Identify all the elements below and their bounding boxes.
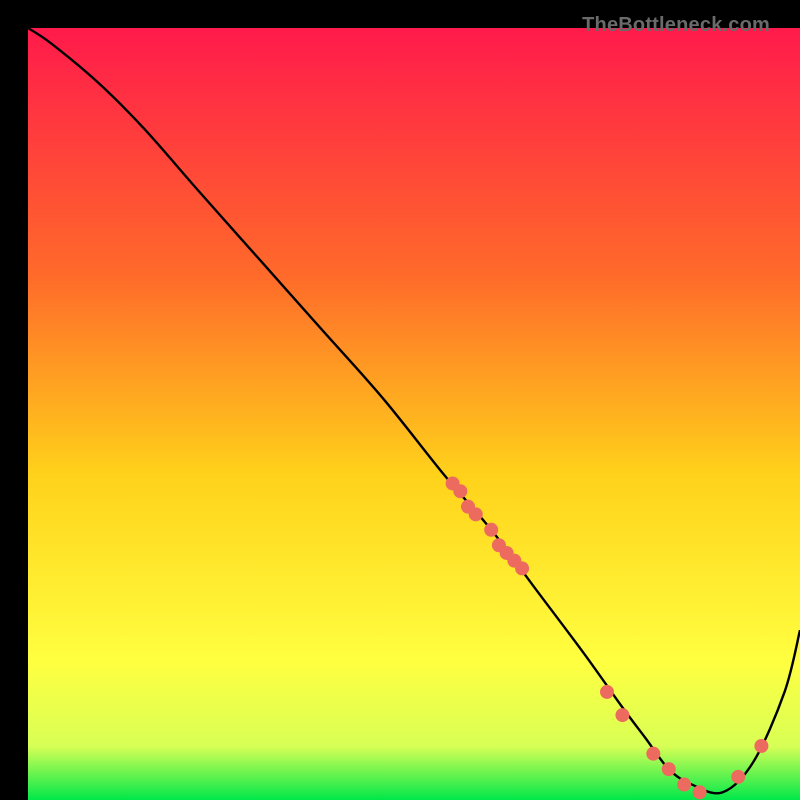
highlight-point [453,484,467,498]
highlight-point [646,747,660,761]
gradient-background [28,28,800,800]
chart-frame: TheBottleneck.com [14,14,786,786]
highlight-point [754,739,768,753]
highlight-point [469,507,483,521]
highlight-point [731,770,745,784]
plot-area [28,28,800,800]
highlight-point [600,685,614,699]
highlight-point [515,561,529,575]
highlight-point [615,708,629,722]
highlight-point [662,762,676,776]
watermark-text: TheBottleneck.com [582,14,770,37]
highlight-point [484,523,498,537]
highlight-point [677,778,691,792]
chart-svg [28,28,800,800]
highlight-point [693,785,707,799]
